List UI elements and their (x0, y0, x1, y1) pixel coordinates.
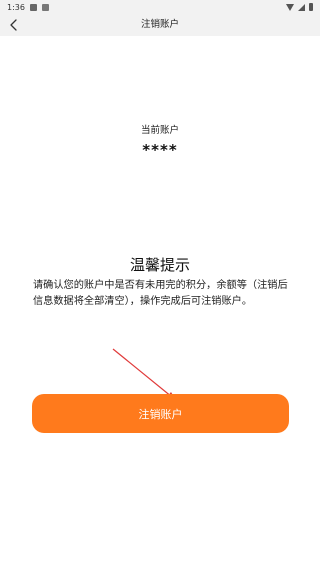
current-account-value: **** (142, 141, 178, 159)
wifi-icon (286, 3, 294, 11)
header: 注销账户 (0, 14, 320, 36)
page-title: 注销账户 (140, 19, 179, 30)
cancel-account-button[interactable]: 注销账户 (32, 394, 289, 433)
notice-title: 温馨提示 (129, 256, 190, 274)
app-notification-icon (41, 3, 49, 11)
status-right (286, 3, 313, 11)
notice-body: 请确认您的账户中是否有未用完的积分，余额等（注销后信息数据将全部清空），操作完成… (33, 280, 288, 307)
status-left: 1:36 (7, 3, 49, 12)
status-bar: 1:36 (0, 0, 320, 14)
status-time: 1:36 (7, 2, 25, 12)
image-notification-icon (29, 3, 37, 11)
signal-icon (298, 3, 305, 11)
page: 1:36 注销账户 当前账户 **** 温馨提示 请确认您的账户中是否有未用完的… (0, 0, 320, 568)
current-account-label: 当前账户 (140, 125, 179, 136)
battery-icon (309, 3, 313, 11)
